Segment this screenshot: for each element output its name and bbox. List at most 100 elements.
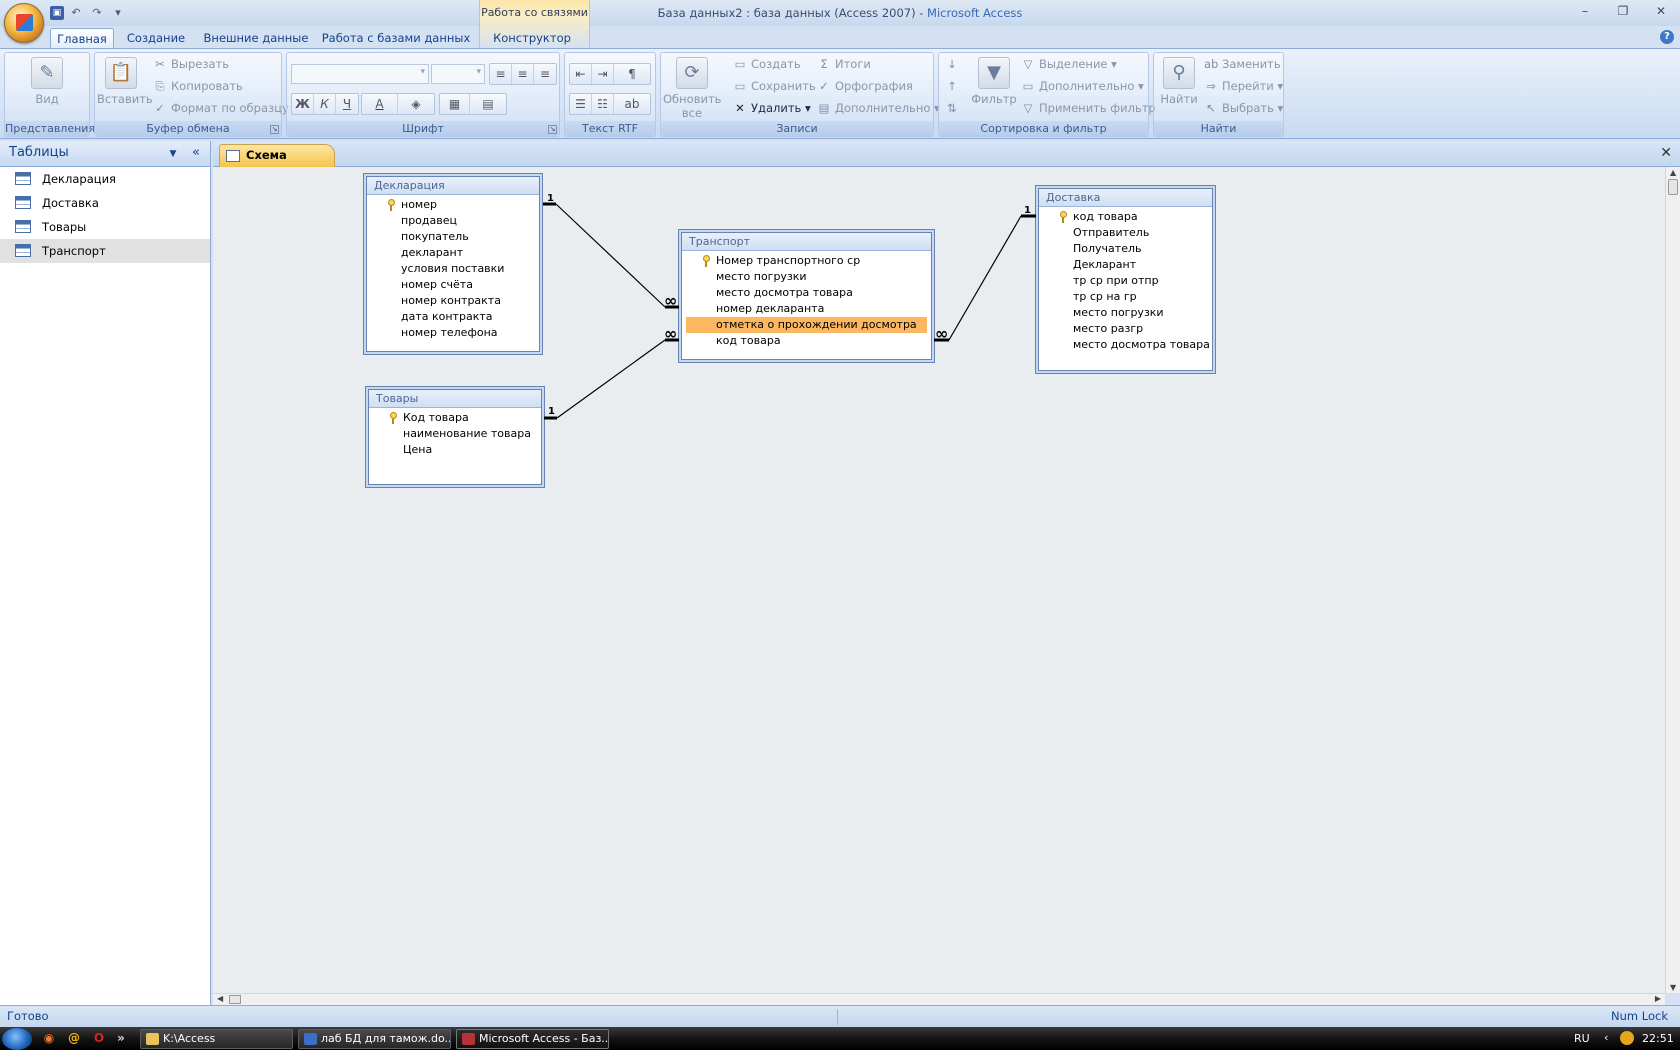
nav-item-delivery[interactable]: Доставка [0, 191, 210, 215]
nav-item-declaration[interactable]: Декларация [0, 167, 210, 191]
redo-icon[interactable]: ↷ [88, 5, 106, 21]
tab-create[interactable]: Создание [122, 28, 190, 48]
select-button[interactable]: ↖ Выбрать ▾ [1204, 98, 1283, 118]
table-box-transport[interactable]: Транспорт Номер транспортного ср место п… [681, 232, 932, 360]
field-row[interactable]: Отправитель [1043, 225, 1208, 241]
delete-record-button[interactable]: ✕ Удалить ▾ [733, 98, 811, 118]
paragraph-icon[interactable]: ¶ [614, 64, 650, 84]
underline-button[interactable]: Ч [336, 94, 358, 114]
taskbar-button-access[interactable]: Microsoft Access - Баз... [456, 1029, 609, 1049]
increase-indent-icon[interactable]: ⇥ [592, 64, 614, 84]
field-row[interactable]: Код товара [373, 410, 537, 426]
field-row[interactable]: Декларант [1043, 257, 1208, 273]
align-left-icon[interactable]: ≡ [490, 64, 512, 84]
horizontal-scroll-thumb[interactable] [229, 995, 241, 1004]
chevron-down-icon[interactable]: ▼ [166, 147, 180, 161]
paste-button[interactable]: 📋 Вставить [97, 57, 153, 106]
find-button[interactable]: ⚲ Найти [1156, 57, 1202, 106]
more-records-button[interactable]: ▤ Дополнительно ▾ [817, 98, 940, 118]
field-row[interactable]: место досмотра товара [686, 285, 927, 301]
scroll-down-icon[interactable]: ▼ [1670, 983, 1676, 992]
alt-fill-icon[interactable]: ▤ [470, 94, 506, 114]
undo-icon[interactable]: ↶ [67, 5, 85, 21]
view-button[interactable]: ✎ Вид [23, 57, 71, 106]
field-row[interactable]: номер декларанта [686, 301, 927, 317]
table-box-goods[interactable]: Товары Код товара наименование товара Це… [368, 389, 542, 485]
field-row[interactable]: Цена [373, 442, 537, 458]
table-box-title[interactable]: Доставка [1039, 189, 1212, 207]
tab-home[interactable]: Главная [50, 28, 114, 48]
taskbar-button-word[interactable]: лаб БД для тамож.do... [298, 1029, 451, 1049]
refresh-all-button[interactable]: ⟳ Обновить все [663, 57, 721, 120]
font-name-select[interactable] [291, 64, 429, 84]
bullet-list-icon[interactable]: ☷ [592, 94, 614, 114]
toggle-filter-button[interactable]: ▽ Применить фильтр [1021, 98, 1156, 118]
start-button[interactable] [2, 1028, 32, 1050]
field-row[interactable]: тр ср на гр [1043, 289, 1208, 305]
tab-database-tools[interactable]: Работа с базами данных [320, 28, 472, 48]
table-box-title[interactable]: Декларация [367, 177, 539, 195]
horizontal-scrollbar[interactable]: ◀ ▶ [213, 993, 1665, 1005]
field-row[interactable]: код товара [1043, 209, 1208, 225]
field-row[interactable]: декларант [371, 245, 535, 261]
align-right-icon[interactable]: ≡ [534, 64, 556, 84]
close-document-icon[interactable]: ✕ [1660, 145, 1672, 161]
field-row[interactable]: номер контракта [371, 293, 535, 309]
save-icon[interactable]: ▣ [50, 6, 64, 20]
fill-color-icon[interactable]: ◈ [398, 94, 434, 114]
cut-button[interactable]: ✂ Вырезать [153, 54, 229, 74]
font-size-select[interactable] [431, 64, 485, 84]
spelling-button[interactable]: ✓ Орфография [817, 76, 913, 96]
dialog-launcher-icon[interactable]: ↘ [270, 125, 279, 134]
clear-sort-icon[interactable]: ⇅ [945, 98, 963, 118]
vertical-scroll-thumb[interactable] [1668, 179, 1678, 195]
tab-relationships[interactable]: Схема данных [219, 144, 335, 183]
sort-ascending-icon[interactable]: ↓ [945, 54, 963, 74]
field-row[interactable]: место досмотра товара [1043, 337, 1210, 353]
language-indicator[interactable]: RU [1574, 1032, 1590, 1045]
tab-external-data[interactable]: Внешние данные [200, 28, 312, 48]
totals-button[interactable]: Σ Итоги [817, 54, 871, 74]
quicklaunch-more-icon[interactable]: » [112, 1030, 130, 1046]
table-box-declaration[interactable]: Декларация номер продавец покупатель дек… [366, 176, 540, 352]
font-color-button[interactable]: A [362, 94, 398, 114]
field-row[interactable]: Номер транспортного ср [686, 253, 927, 269]
field-row[interactable]: номер счёта [371, 277, 535, 293]
field-row[interactable]: покупатель [371, 229, 535, 245]
office-button[interactable] [4, 3, 44, 43]
advanced-filter-button[interactable]: ▭ Дополнительно ▾ [1021, 76, 1144, 96]
vertical-scrollbar[interactable]: ▲ ▼ [1665, 167, 1680, 993]
replace-button[interactable]: ab Заменить [1204, 54, 1281, 74]
filter-button[interactable]: ▼ Фильтр [971, 57, 1017, 106]
field-row[interactable]: номер [371, 197, 535, 213]
bold-button[interactable]: Ж [292, 94, 314, 114]
opera-icon[interactable]: O [90, 1030, 108, 1046]
field-row[interactable]: место погрузки [1043, 305, 1208, 321]
field-row[interactable]: номер телефона [371, 325, 535, 341]
gridlines-icon[interactable]: ▦ [440, 94, 470, 114]
field-row[interactable]: условия поставки [371, 261, 535, 277]
highlight-icon[interactable]: ab [614, 94, 650, 114]
field-row-selected[interactable]: отметка о прохождении досмотра [686, 317, 927, 333]
field-row[interactable]: место погрузки [686, 269, 927, 285]
table-box-delivery[interactable]: Доставка код товара Отправитель Получате… [1038, 188, 1213, 371]
field-row[interactable]: Получатель [1043, 241, 1208, 257]
tray-app-icon[interactable] [1620, 1031, 1634, 1045]
field-row[interactable]: дата контракта [371, 309, 535, 325]
minimize-button[interactable]: – [1566, 0, 1604, 22]
new-record-button[interactable]: ▭ Создать [733, 54, 801, 74]
field-row[interactable]: код товара [686, 333, 927, 349]
align-center-icon[interactable]: ≡ [512, 64, 534, 84]
mail-icon[interactable]: @ [65, 1030, 83, 1046]
tray-expand-icon[interactable]: ‹ [1604, 1031, 1608, 1044]
nav-item-transport[interactable]: Транспорт [0, 239, 210, 263]
save-record-button[interactable]: ▭ Сохранить [733, 76, 816, 96]
nav-item-goods[interactable]: Товары [0, 215, 210, 239]
tab-design[interactable]: Конструктор [492, 28, 572, 48]
navigation-pane-header[interactable]: Таблицы ▼ « [0, 141, 210, 167]
scroll-left-icon[interactable]: ◀ [217, 994, 223, 1003]
customize-qat-icon[interactable]: ▾ [109, 5, 127, 21]
scroll-up-icon[interactable]: ▲ [1670, 168, 1676, 177]
scroll-right-icon[interactable]: ▶ [1655, 994, 1661, 1003]
format-painter-button[interactable]: ✓ Формат по образцу [153, 98, 289, 118]
